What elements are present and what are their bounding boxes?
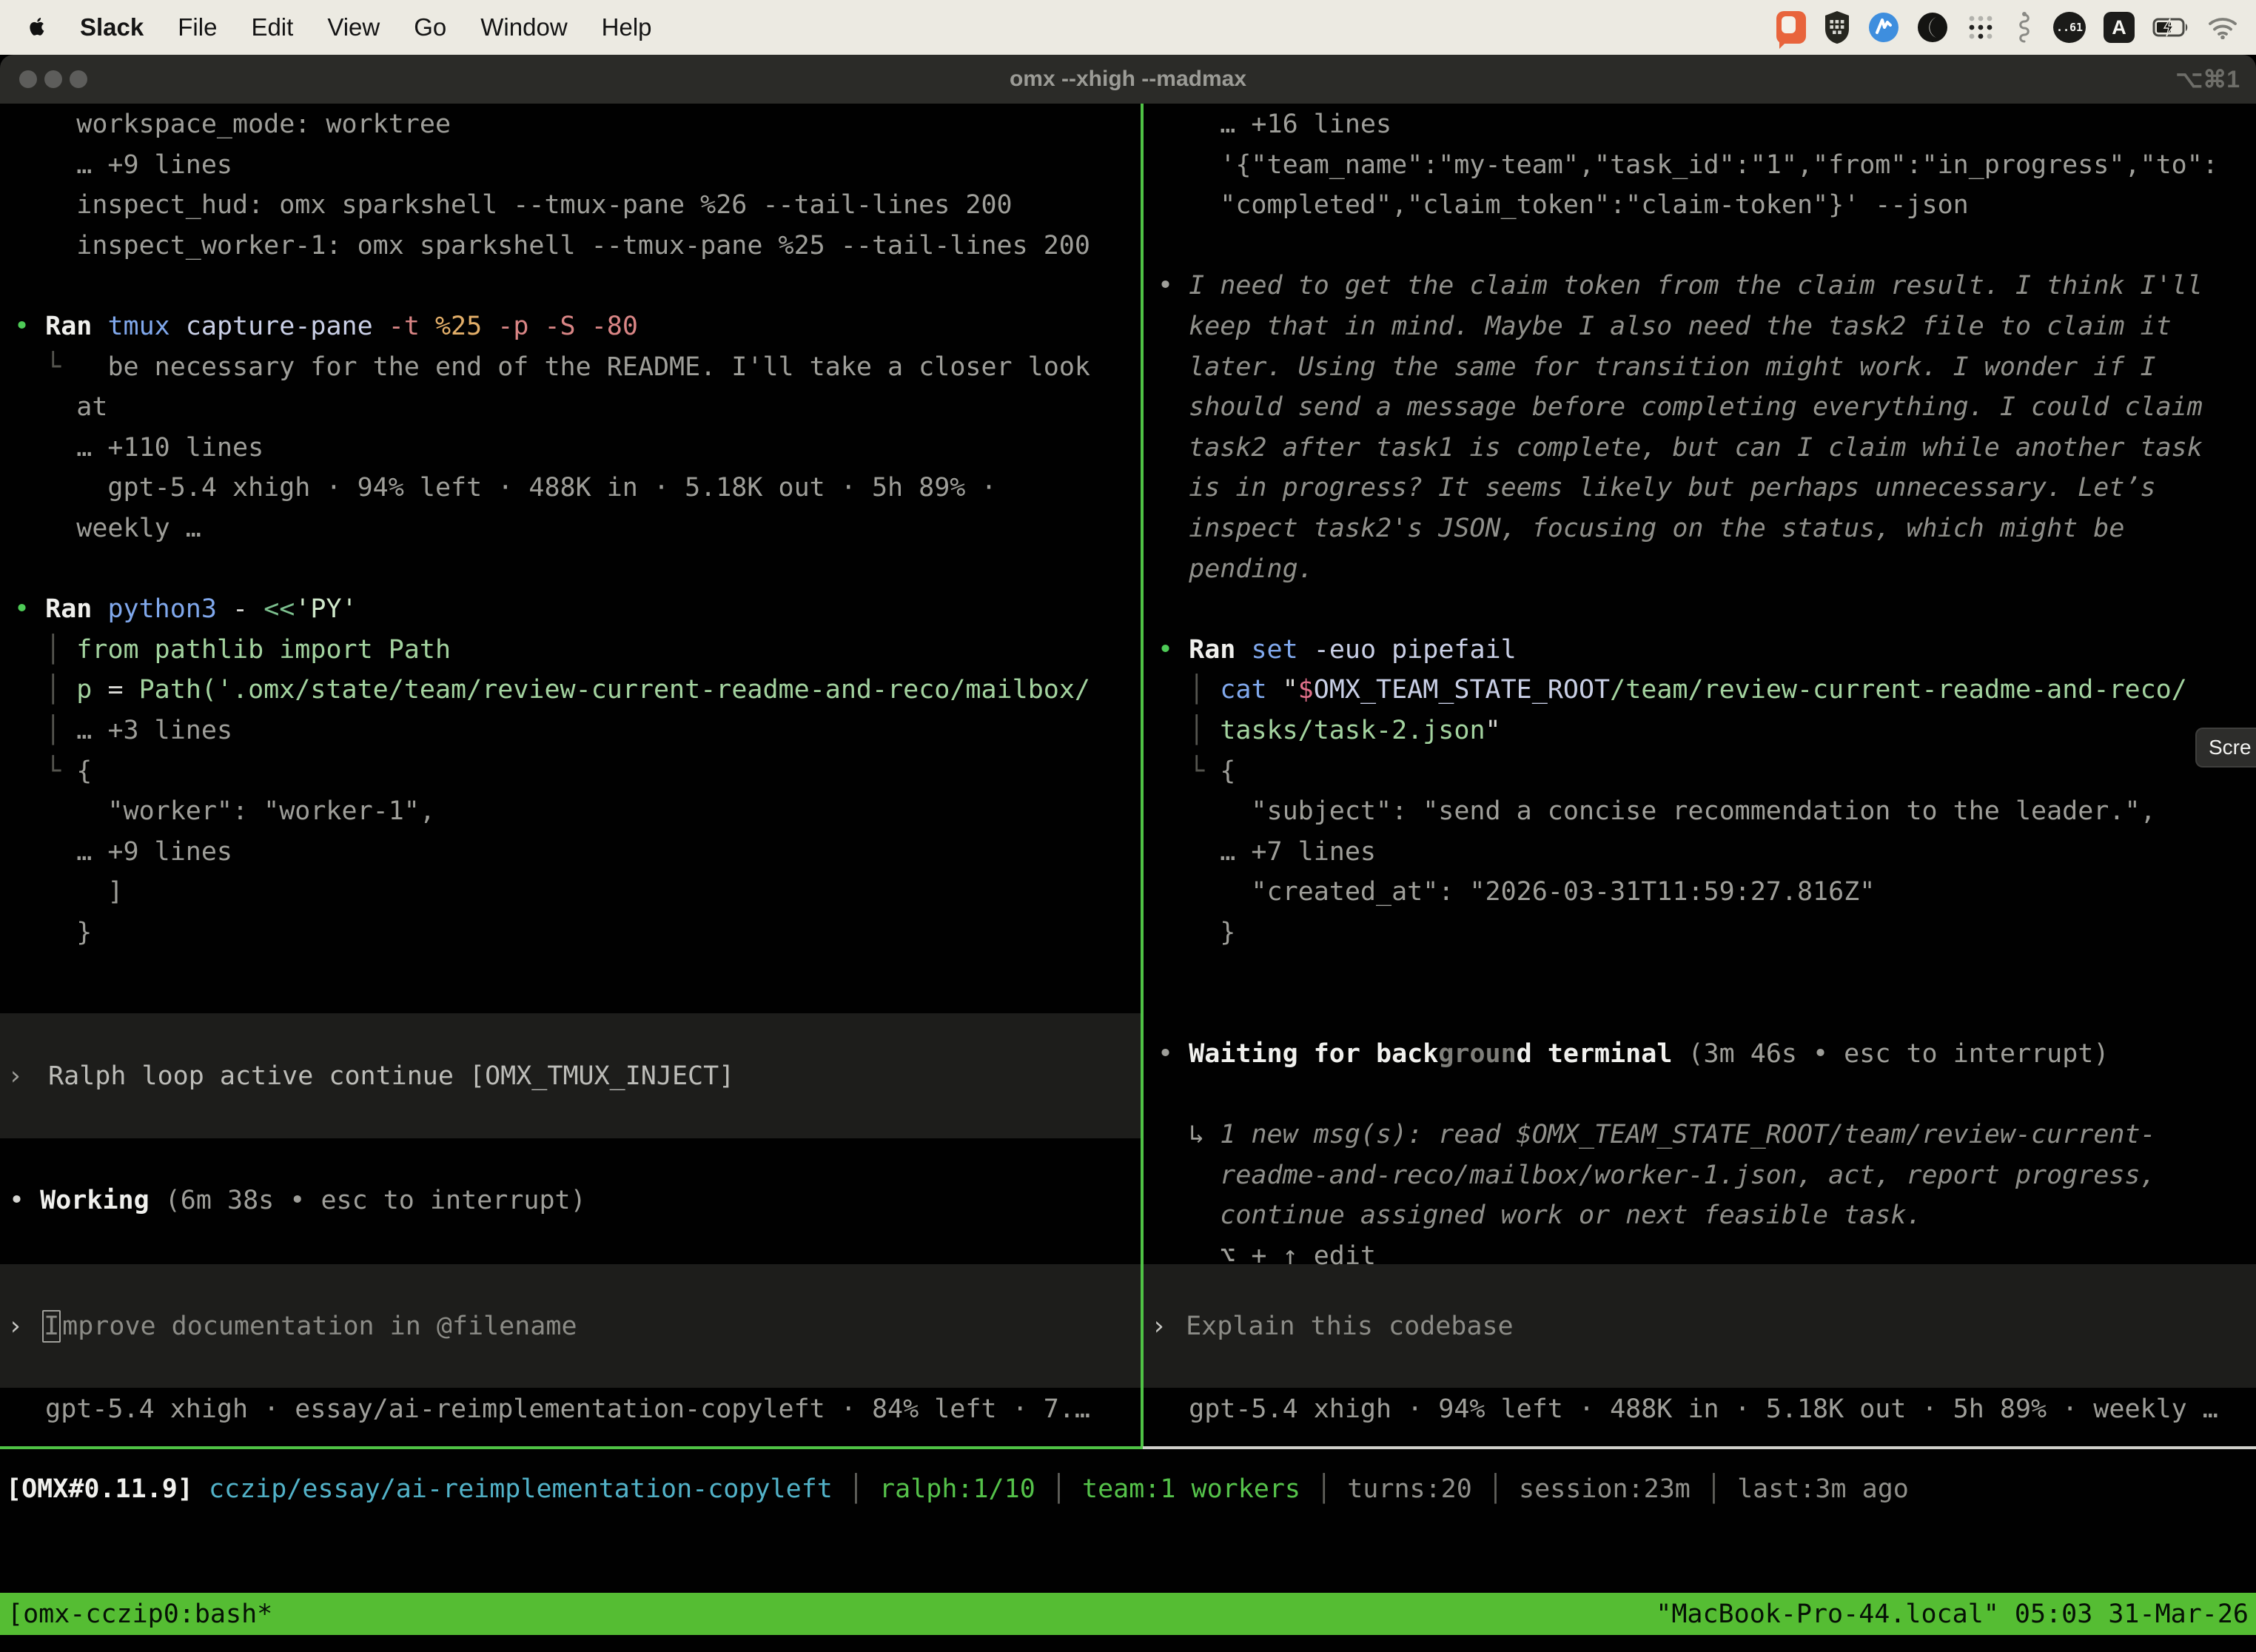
terminal-content: › Ralph loop active continue [OMX_TMUX_IN…	[0, 104, 2256, 1652]
terminal-line: │ cat "$OMX_TEAM_STATE_ROOT/team/review-…	[1158, 670, 2256, 711]
menu-go[interactable]: Go	[414, 13, 446, 41]
omx-status-line: [OMX#0.11.9] cczip/essay/ai-reimplementa…	[6, 1468, 1909, 1510]
terminal-line: └ be necessary for the end of the README…	[14, 347, 1141, 388]
terminal-line: • I need to get the claim token from the…	[1158, 266, 2256, 306]
moon-icon[interactable]	[1917, 12, 1948, 43]
prompt-input-left[interactable]: › Improve documentation in @filename	[0, 1264, 1141, 1388]
pulse-icon[interactable]	[1868, 12, 1899, 43]
menu-edit[interactable]: Edit	[251, 13, 293, 41]
screen-edge-overlay-button[interactable]: Scre	[2195, 728, 2256, 768]
terminal-line: ]	[14, 872, 1141, 913]
terminal-line: … +110 lines	[14, 428, 1141, 469]
terminal-line: later. Using the same for transition mig…	[1158, 347, 2256, 388]
hook-icon[interactable]	[2013, 11, 2035, 44]
terminal-line: inspect_hud: omx sparkshell --tmux-pane …	[14, 185, 1141, 226]
agent-status-right: gpt-5.4 xhigh · 94% left · 488K in · 5.1…	[1158, 1389, 2218, 1430]
assistant-a-icon[interactable]: A	[2104, 12, 2135, 43]
terminal-line: │ p = Path('.omx/state/team/review-curre…	[14, 670, 1141, 711]
window-title: omx --xhigh --madmax	[0, 55, 2256, 104]
terminal-line: }	[14, 913, 1141, 953]
terminal-line: pending.	[1158, 549, 2256, 590]
menu-file[interactable]: File	[178, 13, 217, 41]
battery-icon[interactable]	[2152, 18, 2189, 37]
macos-menu-bar: Slack File Edit View Go Window Help ..61…	[0, 0, 2256, 55]
window-shortcut-hint: ⌥⌘1	[2175, 55, 2240, 104]
menu-help[interactable]: Help	[602, 13, 652, 41]
menu-app-name[interactable]: Slack	[80, 13, 144, 41]
apple-menu-icon[interactable]	[27, 16, 46, 38]
dots-grid-icon[interactable]	[1966, 13, 1995, 42]
prompt-input-right[interactable]: › Explain this codebase	[1144, 1264, 2256, 1388]
terminal-line: … +16 lines	[1158, 104, 2256, 145]
terminal-line: "subject": "send a concise recommendatio…	[1158, 791, 2256, 832]
terminal-line: • Ran python3 - <<'PY'	[14, 589, 1141, 630]
overlay-label: Scre	[2209, 736, 2252, 759]
terminal-line: │ from pathlib import Path	[14, 630, 1141, 671]
terminal-line: "completed","claim_token":"claim-token"}…	[1158, 185, 2256, 226]
agent-status-left: gpt-5.4 xhigh · essay/ai-reimplementatio…	[14, 1389, 1090, 1430]
tmux-host-time-label: "MacBook-Pro-44.local" 05:03 31-Mar-26	[1656, 1599, 2249, 1629]
inactive-pane-border	[1143, 1446, 2256, 1449]
text-cursor: I	[42, 1310, 61, 1343]
terminal-line: '{"team_name":"my-team","task_id":"1","f…	[1158, 145, 2256, 186]
terminal-line: is in progress? It seems likely but perh…	[1158, 468, 2256, 508]
terminal-line: readme-and-reco/mailbox/worker-1.json, a…	[1158, 1155, 2256, 1196]
terminal-line: … +9 lines	[14, 145, 1141, 186]
terminal-line: │ tasks/task-2.json"	[1158, 711, 2256, 751]
terminal-line: ⌥ + ↑ edit	[1158, 1236, 2256, 1277]
terminal-line: "worker": "worker-1",	[14, 791, 1141, 832]
shield-grid-icon[interactable]	[1824, 11, 1850, 44]
terminal-line	[1158, 226, 2256, 266]
terminal-pane-right[interactable]: › Explain this codebase gpt-5.4 xhigh · 9…	[1144, 104, 2256, 1652]
terminal-line: }	[1158, 913, 2256, 953]
terminal-pane-left[interactable]: › Ralph loop active continue [OMX_TMUX_IN…	[0, 104, 1141, 1652]
terminal-line: "created_at": "2026-03-31T11:59:27.816Z"	[1158, 872, 2256, 913]
terminal-line	[1158, 1074, 2256, 1115]
inject-banner-text: Ralph loop active continue [OMX_TMUX_INJ…	[48, 1061, 734, 1091]
terminal-line: weekly …	[14, 508, 1141, 549]
terminal-line: ↳ 1 new msg(s): read $OMX_TEAM_STATE_ROO…	[1158, 1115, 2256, 1155]
terminal-line: └ {	[14, 751, 1141, 792]
menu-view[interactable]: View	[327, 13, 380, 41]
terminal-line: gpt-5.4 xhigh · 94% left · 488K in · 5.1…	[14, 468, 1141, 508]
tmux-session-label: [omx-cczip0:bash*	[7, 1599, 272, 1629]
chevron-prompt-icon: ›	[7, 1061, 23, 1091]
menu-window[interactable]: Window	[480, 13, 567, 41]
terminal-line: • Ran tmux capture-pane -t %25 -p -S -80	[14, 306, 1141, 347]
prompt-placeholder: mprove documentation in @filename	[62, 1312, 577, 1341]
badge-61-icon[interactable]: ..61	[2053, 12, 2086, 43]
terminal-line	[1158, 993, 2256, 1034]
tmux-status-bar: [omx-cczip0:bash* "MacBook-Pro-44.local"…	[0, 1593, 2256, 1635]
prompt-placeholder: Explain this codebase	[1186, 1312, 1514, 1341]
chevron-prompt-icon: ›	[7, 1312, 23, 1341]
terminal-line: … +9 lines	[14, 832, 1141, 873]
terminal-line	[14, 549, 1141, 590]
terminal-line: • Waiting for background terminal (3m 46…	[1158, 1034, 2256, 1075]
terminal-line: at	[14, 387, 1141, 428]
chat-app-icon[interactable]	[1776, 11, 1806, 44]
terminal-line: should send a message before completing …	[1158, 387, 2256, 428]
terminal-line: │ … +3 lines	[14, 711, 1141, 751]
terminal-line	[14, 266, 1141, 306]
terminal-line	[1158, 953, 2256, 994]
active-pane-border	[0, 1446, 1143, 1449]
chevron-prompt-icon: ›	[1151, 1312, 1166, 1341]
terminal-line: inspect_worker-1: omx sparkshell --tmux-…	[14, 226, 1141, 266]
terminal-line: • Ran set -euo pipefail	[1158, 630, 2256, 671]
working-line: • Working (6m 38s • esc to interrupt)	[9, 1181, 586, 1221]
terminal-line	[1158, 589, 2256, 630]
terminal-window: omx --xhigh --madmax ⌥⌘1 › Ralph loop act…	[0, 55, 2256, 1652]
terminal-line: continue assigned work or next feasible …	[1158, 1195, 2256, 1236]
window-title-bar: omx --xhigh --madmax ⌥⌘1	[0, 55, 2256, 104]
terminal-line: keep that in mind. Maybe I also need the…	[1158, 306, 2256, 347]
inject-banner: › Ralph loop active continue [OMX_TMUX_IN…	[0, 1013, 1141, 1138]
terminal-line: inspect task2's JSON, focusing on the st…	[1158, 508, 2256, 549]
wifi-icon[interactable]	[2207, 16, 2238, 39]
terminal-line: task2 after task1 is complete, but can I…	[1158, 428, 2256, 469]
screen: { "menu_bar": { "app": "Slack", "items":…	[0, 0, 2256, 1652]
terminal-line: … +7 lines	[1158, 832, 2256, 873]
terminal-line: └ {	[1158, 751, 2256, 792]
terminal-line: workspace_mode: worktree	[14, 104, 1141, 145]
